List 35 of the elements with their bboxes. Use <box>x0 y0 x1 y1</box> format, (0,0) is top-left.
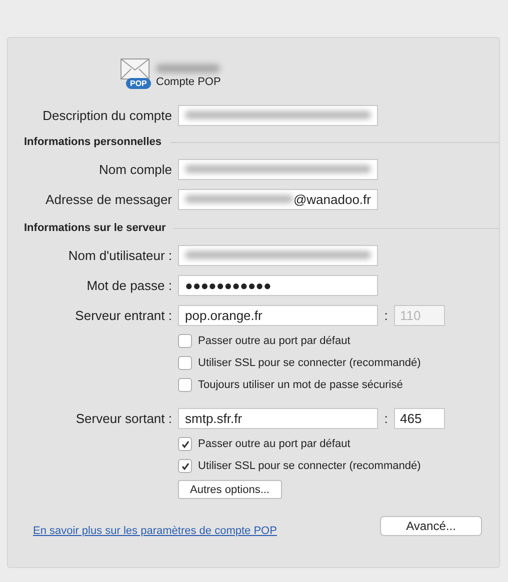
checkmark-icon <box>180 440 190 448</box>
checkbox[interactable] <box>178 334 192 348</box>
checkbox[interactable] <box>178 356 192 370</box>
more-options-button[interactable]: Autres options... <box>178 480 282 499</box>
advanced-button[interactable]: Avancé... <box>380 516 482 536</box>
section-title: Informations personnelles <box>24 136 162 148</box>
input-field[interactable]: @wanadoo.fr <box>178 188 378 210</box>
field-label: Serveur entrant : <box>74 308 172 322</box>
field-label: Description du compte <box>42 108 172 122</box>
option-label: Toujours utiliser un mot de passe sécurisé <box>198 379 403 391</box>
input-field[interactable]: smtp.sfr.fr <box>178 408 378 428</box>
input-field[interactable] <box>178 158 378 180</box>
checkbox[interactable] <box>178 459 192 473</box>
section-title: Informations sur le serveur <box>24 222 166 234</box>
input-field[interactable]: pop.orange.fr <box>178 304 378 326</box>
input-field[interactable] <box>178 244 378 266</box>
field-label: Nom comple <box>98 162 172 176</box>
checkmark-icon <box>180 462 190 470</box>
option-label: Passer outre au port par défaut <box>198 438 350 450</box>
account-type: Compte POP <box>156 76 221 88</box>
field-label: Adresse de messager <box>44 192 172 206</box>
option-label: Utiliser SSL pour se connecter (recommandé) <box>198 460 421 472</box>
field-label: Serveur sortant : <box>74 410 172 426</box>
input-field[interactable] <box>178 104 378 126</box>
checkbox[interactable] <box>178 437 192 451</box>
port-separator: : <box>383 410 389 426</box>
port-separator: : <box>383 308 389 322</box>
option-label: Passer outre au port par défaut <box>198 335 350 347</box>
option-label: Utiliser SSL pour se connecter (recommandé) <box>198 357 421 369</box>
field-label: Mot de passe : <box>86 278 172 292</box>
input-field[interactable]: ●●●●●●●●●●● <box>178 274 378 296</box>
checkbox[interactable] <box>178 378 192 392</box>
port-field[interactable]: 465 <box>394 408 445 428</box>
field-label: Nom d'utilisateur : <box>67 248 172 262</box>
help-link[interactable]: En savoir plus sur les paramètres de compte POP <box>33 525 277 537</box>
